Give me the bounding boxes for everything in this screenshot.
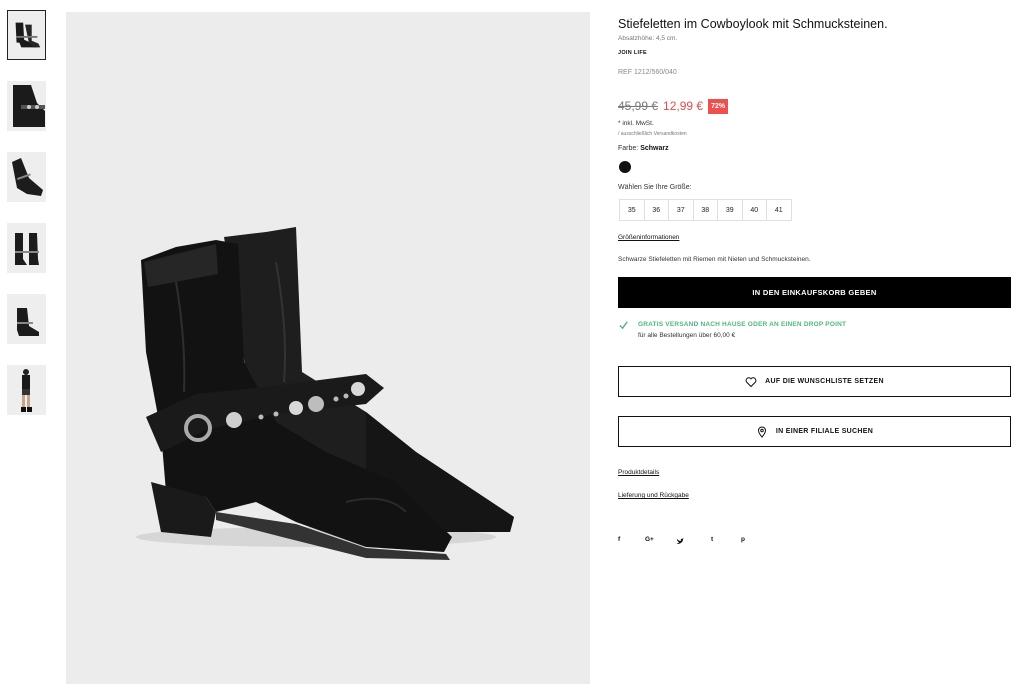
size-option[interactable]: 37 xyxy=(668,199,694,221)
cowboy-boots-image xyxy=(66,12,590,684)
delivery-returns-link[interactable]: Lieferung und Rückgabe xyxy=(618,492,689,499)
join-life-label: JOIN LIFE xyxy=(618,50,647,56)
thumbnail-3[interactable] xyxy=(7,152,46,202)
color-label-text: Farbe: xyxy=(618,145,639,152)
find-in-store-button[interactable]: IN EINER FILIALE SUCHEN xyxy=(618,416,1011,447)
check-icon xyxy=(619,321,628,330)
product-details-link[interactable]: Produktdetails xyxy=(618,469,659,476)
discount-badge: 72% xyxy=(708,98,729,114)
color-label: Farbe: Schwarz xyxy=(618,145,669,152)
thumbnail-6[interactable] xyxy=(7,365,46,415)
size-option[interactable]: 36 xyxy=(643,199,669,221)
thumbnail-5[interactable] xyxy=(7,294,46,344)
wishlist-button-label: AUF DIE WUNSCHLISTE SETZEN xyxy=(765,378,884,385)
thumbnail-1[interactable] xyxy=(7,10,46,60)
size-selector: 35 36 37 38 39 40 41 xyxy=(619,199,792,221)
vat-note: * inkl. MwSt. xyxy=(618,120,654,127)
location-pin-icon xyxy=(757,426,766,438)
size-option[interactable]: 38 xyxy=(692,199,718,221)
thumbnail-4[interactable] xyxy=(7,223,46,273)
size-option[interactable]: 40 xyxy=(741,199,767,221)
product-title: Stiefeletten im Cowboylook mit Schmuckst… xyxy=(618,17,888,31)
thumbnail-2[interactable] xyxy=(7,81,46,131)
product-info-panel: Stiefeletten im Cowboylook mit Schmuckst… xyxy=(618,0,1011,685)
main-product-image[interactable] xyxy=(66,12,590,684)
free-shipping-info: GRATIS VERSAND NACH HAUSE ODER AN EINEN … xyxy=(618,320,1011,344)
size-option[interactable]: 39 xyxy=(717,199,743,221)
model-wearing-thumbnail-image xyxy=(7,365,46,415)
color-swatch-black[interactable] xyxy=(619,161,631,173)
facebook-icon[interactable]: f xyxy=(618,536,620,543)
heart-icon xyxy=(745,376,757,387)
boot-strap-detail-thumbnail-image xyxy=(7,81,46,131)
find-in-store-label: IN EINER FILIALE SUCHEN xyxy=(775,428,874,435)
sale-price: 12,99 € xyxy=(663,99,704,113)
product-reference: REF 1212/560/040 xyxy=(618,69,677,76)
size-label: Wählen Sie Ihre Größe: xyxy=(618,184,692,191)
product-description: Schwarze Stiefeletten mit Riemen mit Nie… xyxy=(618,256,811,263)
tumblr-icon[interactable]: t xyxy=(711,536,713,543)
google-plus-icon[interactable]: G+ xyxy=(645,536,654,543)
heel-height: Absatzhöhe: 4,5 cm. xyxy=(618,35,678,42)
size-info-link[interactable]: Größeninformationen xyxy=(618,234,679,241)
free-shipping-title: GRATIS VERSAND NACH HAUSE ODER AN EINEN … xyxy=(638,321,847,328)
size-option[interactable]: 41 xyxy=(766,199,792,221)
free-shipping-subtitle: für alle Bestellungen über 60,00 € xyxy=(638,332,736,339)
boot-side-thumbnail-image xyxy=(7,152,46,202)
price-row: 45,99 € 12,99 € 72% xyxy=(618,97,729,115)
old-price: 45,99 € xyxy=(618,99,659,113)
pinterest-icon[interactable]: p xyxy=(741,536,745,543)
wishlist-button[interactable]: AUF DIE WUNSCHLISTE SETZEN xyxy=(618,366,1011,397)
twitter-icon[interactable] xyxy=(676,537,684,545)
size-option[interactable]: 35 xyxy=(619,199,645,221)
color-value: Schwarz xyxy=(640,145,669,152)
boot-back-thumbnail-image xyxy=(7,294,46,344)
boot-front-thumbnail-image xyxy=(7,223,46,273)
boot-pair-thumbnail-image xyxy=(8,11,45,59)
add-to-cart-button[interactable]: IN DEN EINKAUFSKORB GEBEN xyxy=(618,277,1011,308)
shipping-cost-note: / ausschließlich Versandkosten xyxy=(618,131,687,137)
